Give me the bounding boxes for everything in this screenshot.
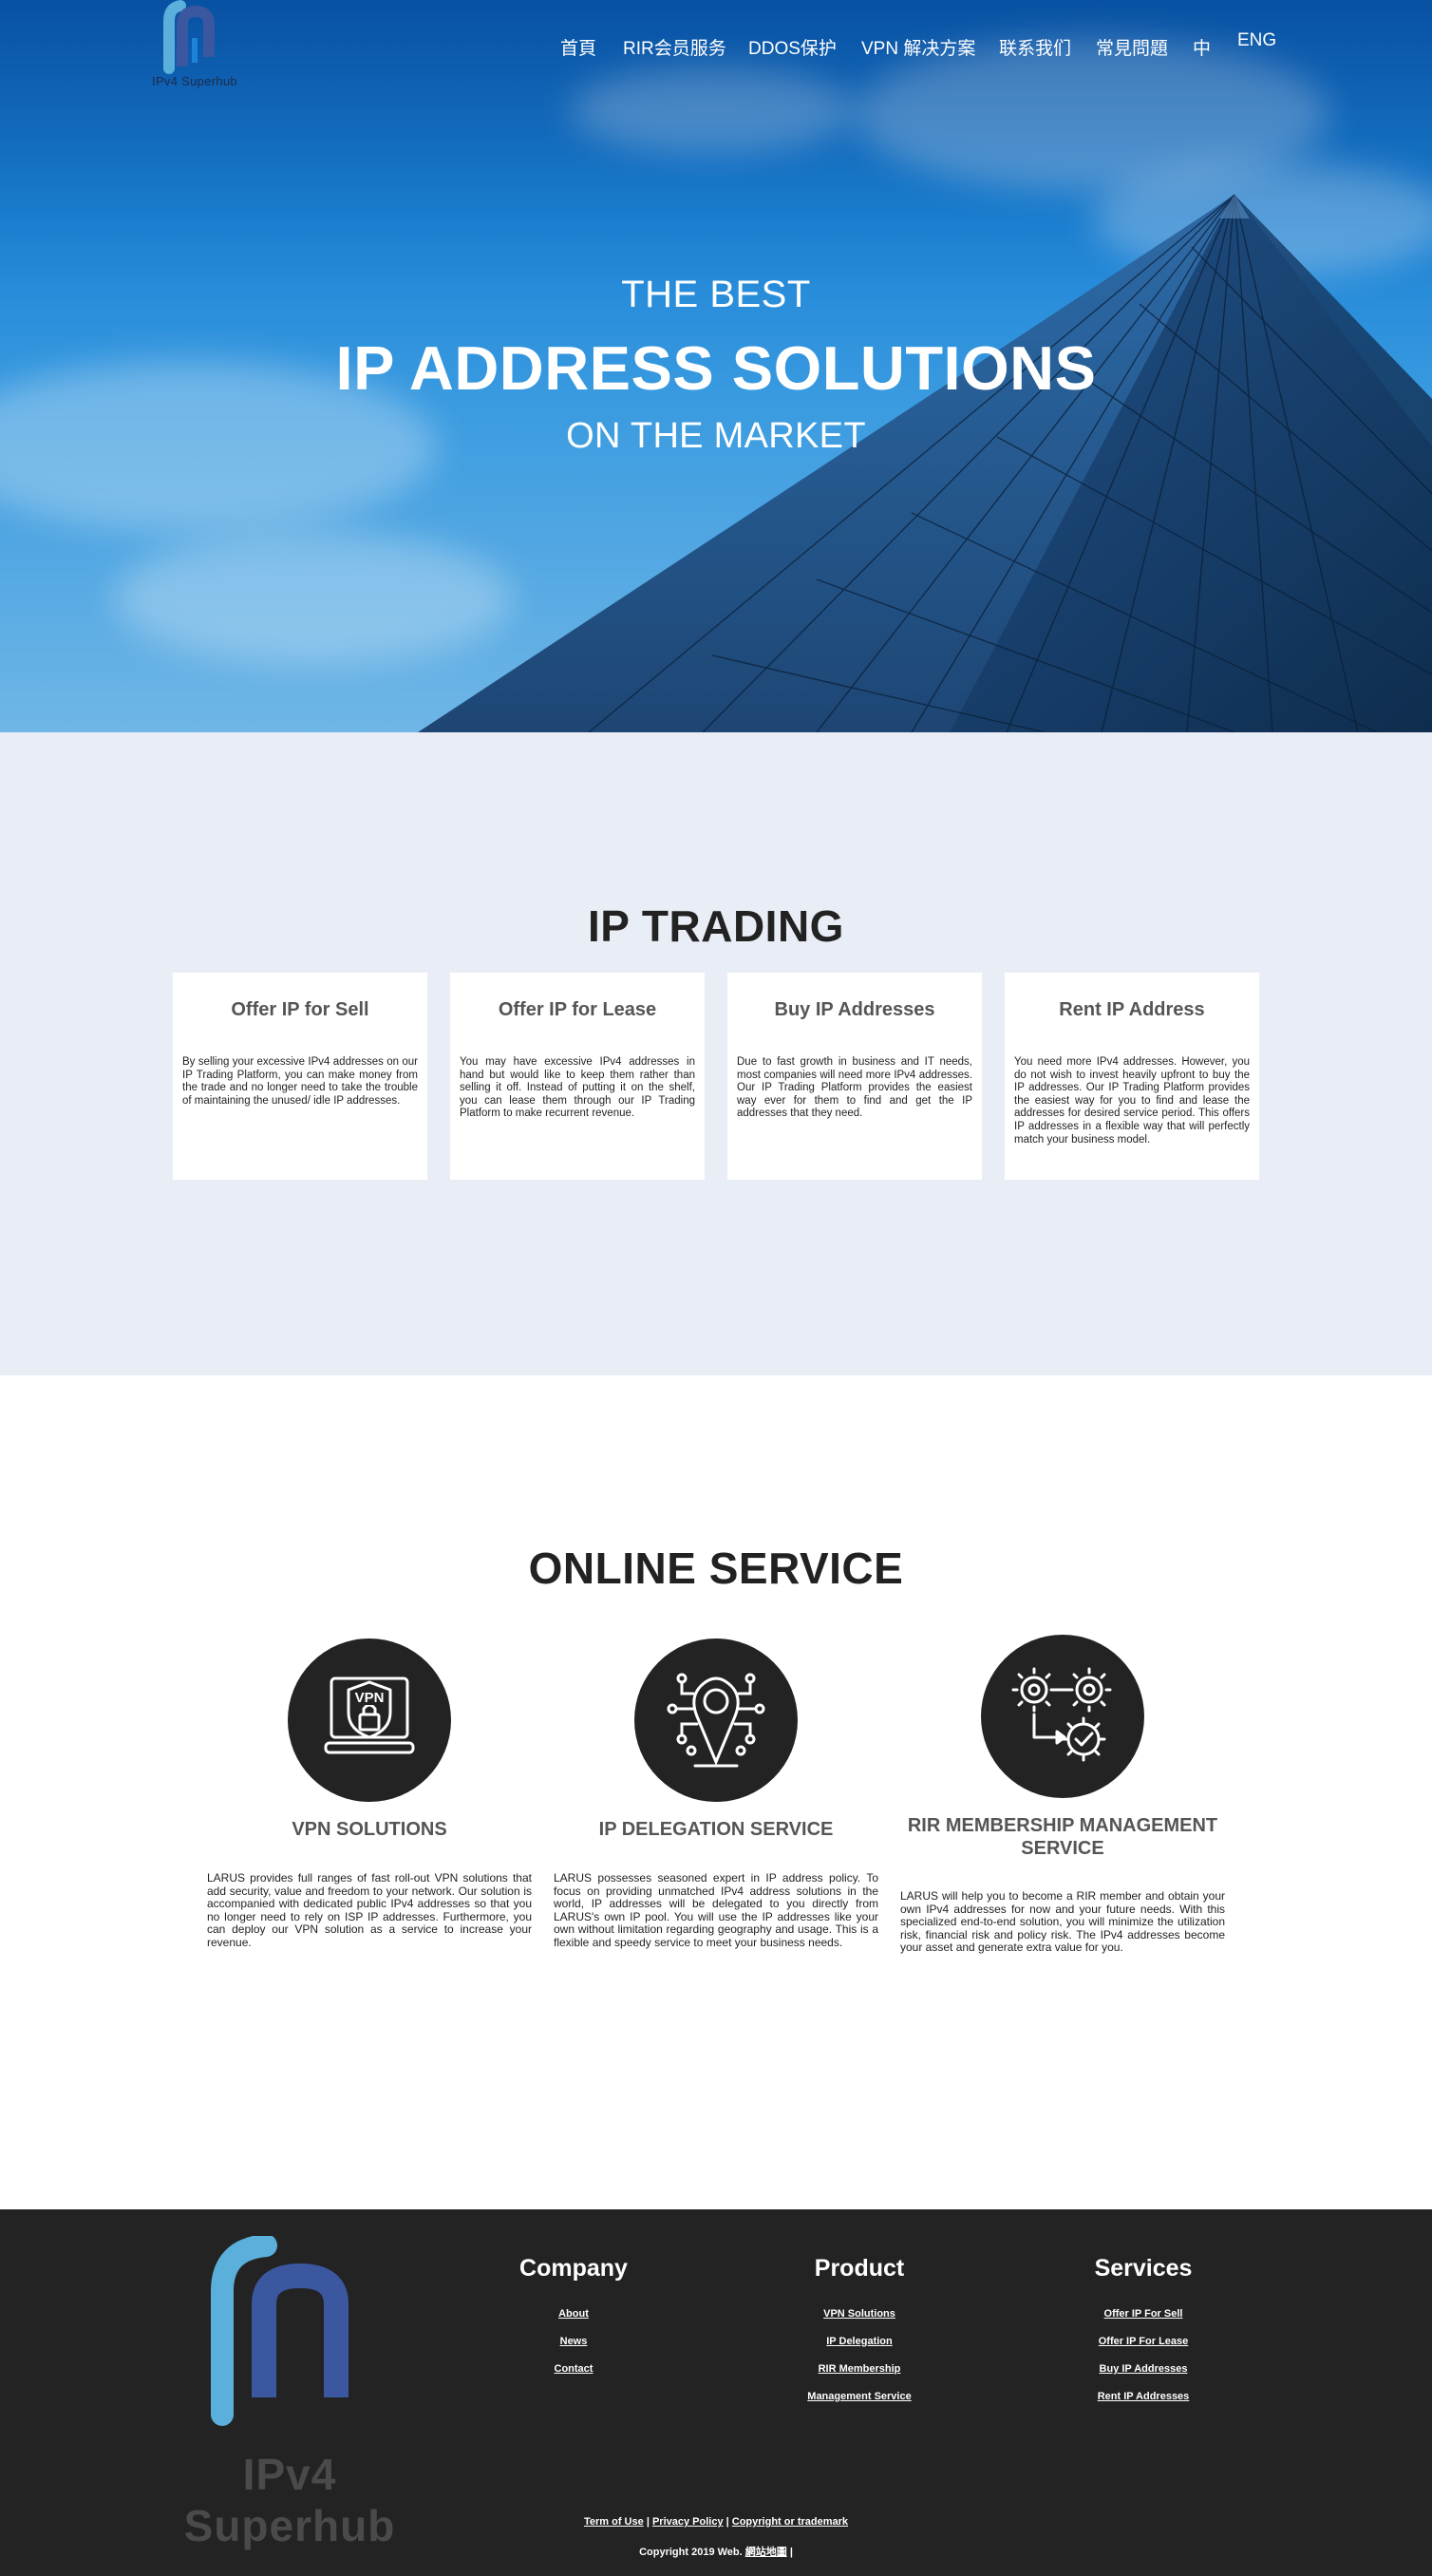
- trading-card-lease[interactable]: Offer IP for Lease You may have excessiv…: [450, 973, 705, 1180]
- card-text: Due to fast growth in business and IT ne…: [737, 1056, 972, 1120]
- brand-name: IPv4 Superhub: [152, 74, 237, 88]
- nav-faq[interactable]: 常見問題: [1096, 34, 1168, 60]
- vpn-service-title: VPN SOLUTIONS: [292, 1819, 447, 1840]
- footer-link-vpn-solutions[interactable]: VPN Solutions: [745, 2308, 973, 2320]
- separator: |: [789, 2547, 793, 2558]
- card-text: By selling your excessive IPv4 addresses…: [182, 1056, 418, 1107]
- footer-brand-name: IPv4 Superhub: [183, 2450, 396, 2550]
- footer-link-buy-ip[interactable]: Buy IP Addresses: [1029, 2363, 1257, 2375]
- ip-trading-title: IP TRADING: [588, 901, 844, 951]
- main-nav: 首頁 RIR会员服务 DDOS保护 VPN 解决方案 联系我们 常見問題 中 E…: [0, 30, 1432, 63]
- footer-link-rent-ip[interactable]: Rent IP Addresses: [1029, 2391, 1257, 2402]
- footer-link-contact[interactable]: Contact: [460, 2363, 688, 2375]
- card-title: Buy IP Addresses: [774, 999, 935, 1020]
- footer-link-ip-delegation[interactable]: IP Delegation: [745, 2336, 973, 2347]
- footer-copyright: Copyright 2019 Web. 網站地圖 |: [0, 2544, 1432, 2559]
- ip-delegation-text: LARUS possesses seasoned expert in IP ad…: [554, 1871, 878, 1949]
- card-text: You need more IPv4 addresses. However, y…: [1014, 1056, 1250, 1146]
- terms-of-use-link[interactable]: Term of Use: [584, 2516, 644, 2528]
- footer-link-about[interactable]: About: [460, 2308, 688, 2320]
- footer-link-news[interactable]: News: [460, 2336, 688, 2347]
- vpn-service-badge: VPN: [288, 1638, 451, 1802]
- ip-delegation-badge: [634, 1638, 798, 1802]
- vpn-icon-label: VPN: [355, 1690, 385, 1706]
- card-title: Offer IP for Lease: [498, 999, 657, 1020]
- footer-services-title: Services: [1094, 2255, 1193, 2282]
- rir-membership-text: LARUS will help you to become a RIR memb…: [900, 1889, 1225, 1955]
- footer-link-rir-membership[interactable]: RIR Membership: [745, 2363, 973, 2375]
- footer-logo-icon[interactable]: [190, 2236, 361, 2435]
- hero-headline: IP ADDRESS SOLUTIONS: [335, 333, 1097, 403]
- privacy-policy-link[interactable]: Privacy Policy: [652, 2516, 724, 2528]
- copyright-trademark-link[interactable]: Copyright or trademark: [732, 2516, 848, 2528]
- ip-delegation-title: IP DELEGATION SERVICE: [598, 1819, 834, 1840]
- hero-line-3: ON THE MARKET: [566, 416, 866, 456]
- footer-link-offer-sell[interactable]: Offer IP For Sell: [1029, 2308, 1257, 2320]
- footer-link-management-service[interactable]: Management Service: [745, 2391, 973, 2402]
- trading-card-sell[interactable]: Offer IP for Sell By selling your excess…: [173, 973, 427, 1180]
- vpn-laptop-icon: VPN: [324, 1676, 415, 1754]
- sitemap-link[interactable]: 網站地圖: [745, 2547, 787, 2558]
- nav-contact-us[interactable]: 联系我们: [999, 34, 1071, 60]
- copyright-text: Copyright 2019 Web.: [639, 2547, 743, 2558]
- nav-vpn-solutions[interactable]: VPN 解决方案: [861, 34, 975, 60]
- card-title: Rent IP Address: [1059, 999, 1205, 1020]
- rir-membership-title: RIR MEMBERSHIP MANAGEMENT SERVICE: [907, 1815, 1218, 1859]
- footer-legal-links: Term of Use | Privacy Policy | Copyright…: [0, 2516, 1432, 2528]
- footer-product-title: Product: [814, 2255, 905, 2282]
- location-circuit-icon: [667, 1673, 765, 1768]
- trading-card-rent[interactable]: Rent IP Address You need more IPv4 addre…: [1005, 973, 1259, 1180]
- nav-home[interactable]: 首頁: [560, 34, 596, 60]
- card-title: Offer IP for Sell: [231, 999, 369, 1020]
- footer-company-title: Company: [519, 2255, 628, 2282]
- nav-ddos-protection[interactable]: DDOS保护: [748, 34, 837, 60]
- trading-card-buy[interactable]: Buy IP Addresses Due to fast growth in b…: [727, 973, 982, 1180]
- nav-lang-english[interactable]: ENG: [1237, 30, 1276, 51]
- card-text: You may have excessive IPv4 addresses in…: [460, 1056, 695, 1120]
- nav-rir-membership[interactable]: RIR会员服务: [623, 34, 726, 60]
- rir-membership-badge: [981, 1635, 1144, 1798]
- footer-link-offer-lease[interactable]: Offer IP For Lease: [1029, 2336, 1257, 2347]
- separator: |: [646, 2516, 650, 2528]
- gears-check-icon: [1011, 1667, 1112, 1762]
- hero-line-1: THE BEST: [621, 274, 811, 315]
- vpn-service-text: LARUS provides full ranges of fast roll-…: [207, 1871, 532, 1949]
- online-service-title: ONLINE SERVICE: [528, 1544, 904, 1593]
- nav-lang-chinese[interactable]: 中: [1193, 34, 1211, 60]
- separator: |: [725, 2516, 729, 2528]
